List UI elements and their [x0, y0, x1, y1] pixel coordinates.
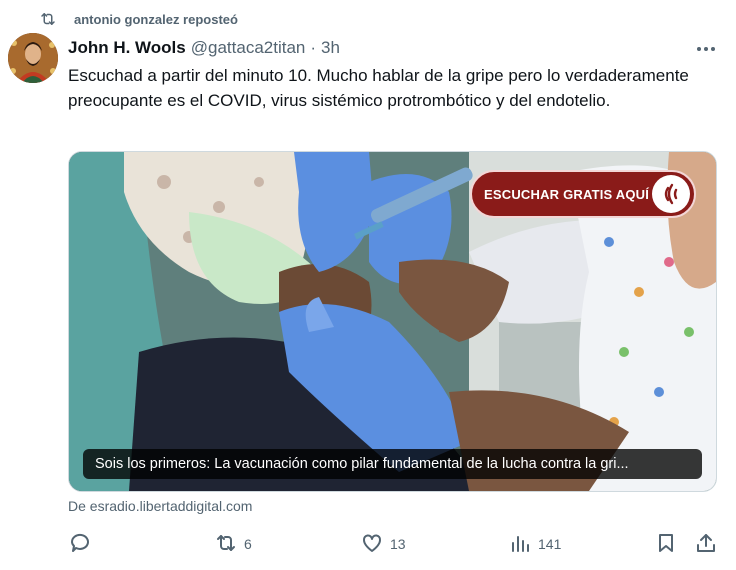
more-options-button[interactable] — [694, 38, 718, 58]
repost-context[interactable]: antonio gonzalez reposteó — [38, 8, 238, 30]
reply-icon — [68, 531, 92, 558]
views-icon — [508, 531, 532, 558]
share-icon — [694, 531, 718, 558]
tweet-header: John H. Wools @gattaca2titan · 3h — [68, 36, 726, 60]
like-count: 13 — [390, 536, 406, 552]
avatar[interactable] — [8, 33, 58, 83]
media-caption: Sois los primeros: La vacunación como pi… — [83, 449, 702, 479]
tweet-time[interactable]: 3h — [321, 38, 340, 58]
like-button[interactable]: 13 — [360, 530, 406, 558]
repost-icon — [38, 9, 58, 29]
bookmark-button[interactable] — [654, 530, 678, 558]
repost-label: antonio gonzalez reposteó — [74, 11, 238, 27]
radio-logo-icon — [652, 175, 690, 213]
author-handle[interactable]: @gattaca2titan — [191, 38, 306, 58]
link-source[interactable]: De esradio.libertaddigital.com — [68, 498, 252, 514]
retweet-button[interactable]: 6 — [214, 530, 252, 558]
more-icon — [696, 39, 716, 57]
retweet-count: 6 — [244, 536, 252, 552]
views-button[interactable]: 141 — [508, 530, 561, 558]
separator-dot: · — [310, 38, 317, 57]
bookmark-icon — [654, 531, 678, 558]
views-count: 141 — [538, 536, 562, 552]
listen-free-label: ESCUCHAR GRATIS AQUÍ — [484, 186, 650, 202]
listen-free-button[interactable]: ESCUCHAR GRATIS AQUÍ — [470, 170, 696, 218]
author-name[interactable]: John H. Wools — [68, 38, 186, 58]
share-button[interactable] — [694, 530, 718, 558]
media-card[interactable]: ESCUCHAR GRATIS AQUÍ Sois los primeros: … — [68, 151, 717, 492]
retweet-icon — [214, 531, 238, 558]
action-bar: 6 13 141 — [68, 530, 718, 558]
tweet-text: Escuchad a partir del minuto 10. Mucho h… — [68, 66, 689, 110]
reply-button[interactable] — [68, 530, 92, 558]
heart-icon — [360, 531, 384, 558]
